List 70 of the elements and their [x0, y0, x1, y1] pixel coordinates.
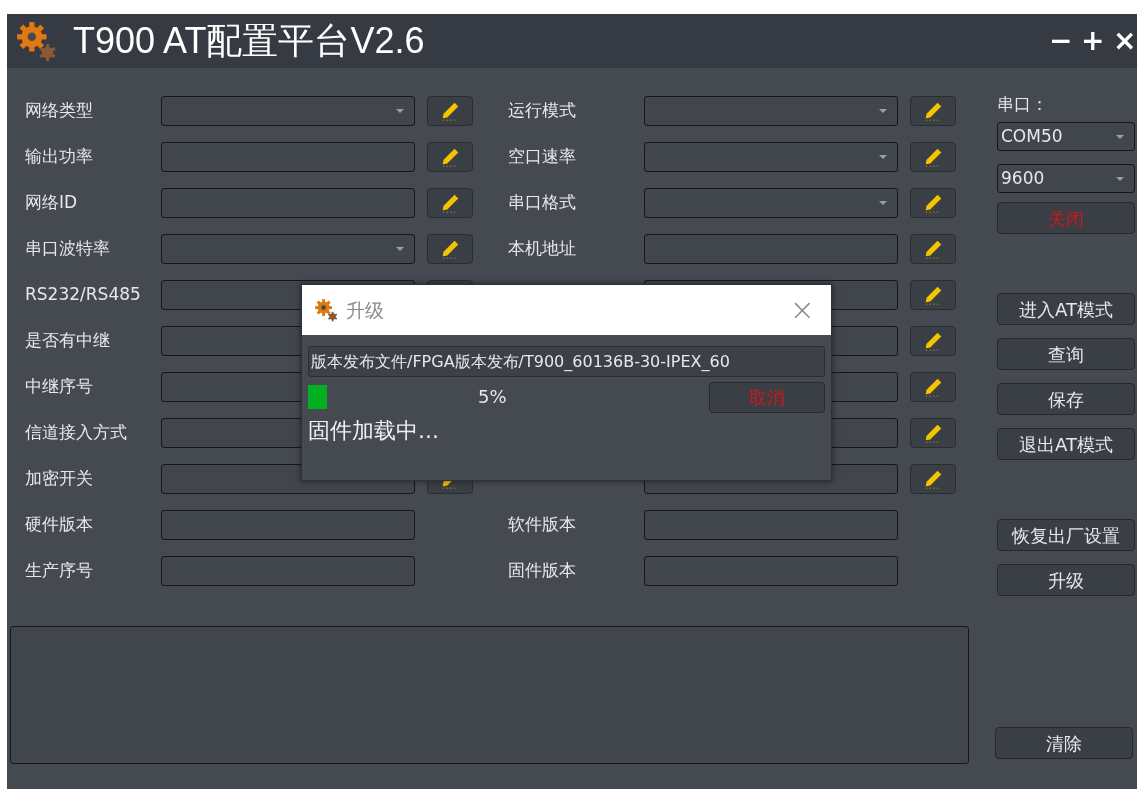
dropdown-field[interactable]	[161, 234, 415, 264]
window-control[interactable]: −	[1049, 27, 1071, 55]
window-control[interactable]: +	[1081, 27, 1103, 55]
input-field[interactable]	[161, 510, 415, 540]
dropdown-field[interactable]	[161, 96, 415, 126]
dropdown-field[interactable]: COM50	[997, 122, 1135, 151]
edit-button[interactable]	[427, 142, 473, 172]
field-label: 中继序号	[25, 376, 93, 397]
caret-icon	[879, 201, 887, 205]
action-button[interactable]: 恢复出厂设置	[997, 519, 1135, 551]
caret-icon	[879, 109, 887, 113]
field-label: 串口波特率	[25, 238, 110, 259]
caret-icon	[1116, 134, 1124, 139]
serial-port-label: 串口：	[997, 93, 1049, 116]
field-label: 加密开关	[25, 468, 93, 489]
field-label: 空口速率	[508, 146, 576, 167]
field-label: 生产序号	[25, 560, 93, 581]
field-label: 软件版本	[508, 514, 576, 535]
edit-button[interactable]	[427, 234, 473, 264]
edit-button[interactable]	[910, 372, 956, 402]
dropdown-field[interactable]	[644, 188, 898, 218]
input-field[interactable]	[161, 556, 415, 586]
action-button[interactable]: 查询	[997, 338, 1135, 370]
progress-percent: 5%	[478, 385, 507, 409]
edit-button[interactable]	[910, 234, 956, 264]
field-label: 信道接入方式	[25, 422, 127, 443]
edit-button[interactable]	[910, 280, 956, 310]
field-label: 运行模式	[508, 100, 576, 121]
edit-button[interactable]	[910, 142, 956, 172]
field-label: 是否有中继	[25, 330, 110, 351]
field-label: 串口格式	[508, 192, 576, 213]
dropdown-field[interactable]: 9600	[997, 164, 1135, 193]
edit-button[interactable]	[427, 188, 473, 218]
dropdown-field[interactable]	[644, 96, 898, 126]
action-button[interactable]: 进入AT模式	[997, 293, 1135, 325]
action-button[interactable]: 清除	[995, 727, 1133, 759]
input-field[interactable]	[644, 556, 898, 586]
input-field[interactable]	[161, 188, 415, 218]
window-control[interactable]: ×	[1113, 27, 1135, 55]
caret-icon	[396, 109, 404, 113]
field-label: 网络类型	[25, 100, 93, 121]
gears-icon	[15, 20, 57, 62]
input-field[interactable]	[644, 234, 898, 264]
file-path-field[interactable]: 版本发布文件/FPGA版本发布/T900_60136B-30-IPEX_60	[308, 346, 825, 377]
input-field[interactable]	[161, 142, 415, 172]
close-button[interactable]: ×	[789, 295, 815, 325]
dialog-title: 升级	[346, 297, 384, 323]
field-label: 网络ID	[25, 192, 78, 213]
edit-button[interactable]	[910, 418, 956, 448]
action-button[interactable]: 退出AT模式	[997, 428, 1135, 460]
field-label: RS232/RS485	[25, 284, 141, 305]
caret-icon	[396, 247, 404, 251]
field-label: 固件版本	[508, 560, 576, 581]
edit-button[interactable]	[910, 464, 956, 494]
edit-button[interactable]	[910, 326, 956, 356]
field-label: 本机地址	[508, 238, 576, 259]
caret-icon	[1116, 176, 1124, 181]
field-label: 硬件版本	[25, 514, 93, 535]
action-button[interactable]: 保存	[997, 383, 1135, 415]
action-button[interactable]: 升级	[997, 564, 1135, 596]
window-title: T900 AT配置平台V2.6	[73, 19, 425, 63]
dropdown-field[interactable]	[644, 142, 898, 172]
edit-button[interactable]	[427, 96, 473, 126]
caret-icon	[879, 155, 887, 159]
edit-button[interactable]	[910, 188, 956, 218]
edit-button[interactable]	[910, 96, 956, 126]
status-text: 固件加载中...	[308, 417, 439, 445]
input-field[interactable]	[644, 510, 898, 540]
gears-icon	[314, 298, 338, 322]
field-label: 输出功率	[25, 146, 93, 167]
